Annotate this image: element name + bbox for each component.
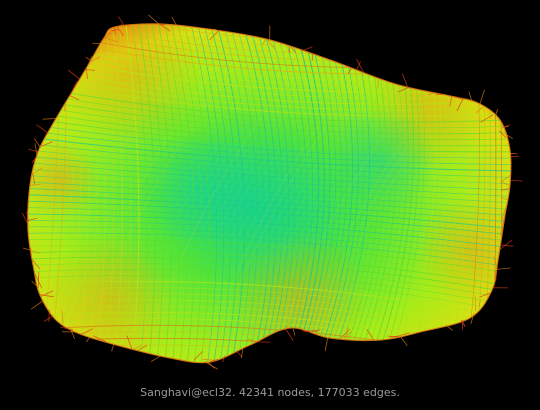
graph-rim-edge	[67, 69, 80, 80]
graph-edge-mesh	[27, 23, 511, 363]
graph-edge-ring	[27, 337, 511, 363]
graph-rim-edge	[479, 89, 485, 105]
graph-rim-edge	[85, 336, 91, 343]
graph-rim-edge	[399, 335, 408, 347]
graph-rim-edge	[92, 42, 101, 44]
graph-rim-edge	[500, 244, 514, 247]
graph-rim-edge	[207, 361, 216, 369]
graph-rim-edge	[36, 124, 49, 134]
graph-rim-edge	[34, 143, 38, 156]
graph-rim-edge	[42, 118, 57, 120]
graph-rim-edge	[28, 148, 39, 153]
graph-rim-edge	[496, 267, 511, 270]
graph-rim-edge	[148, 14, 160, 25]
graph-rim-edge	[150, 355, 161, 362]
graph-visualization: Sanghavi@ecl32. 42341 nodes, 177033 edge…	[0, 0, 540, 410]
graph-rim-edge	[324, 337, 329, 352]
graph-rim-edge	[292, 328, 296, 336]
graph-edge-ring	[27, 344, 511, 363]
graph-rim-edge	[111, 343, 115, 352]
graph-rim-edge	[402, 73, 408, 87]
color-blotch	[60, 23, 200, 145]
graph-mesh-canvas	[21, 14, 523, 370]
graph-rim-edge	[285, 329, 294, 342]
graph-rim-edge	[509, 152, 518, 155]
graph-rim-edge	[85, 57, 92, 61]
graph-rim-edge	[301, 46, 313, 52]
graph-rim-edge	[509, 180, 523, 182]
graph-rim-edge	[30, 300, 44, 310]
graph-caption: Sanghavi@ecl32. 42341 nodes, 177033 edge…	[140, 386, 400, 399]
